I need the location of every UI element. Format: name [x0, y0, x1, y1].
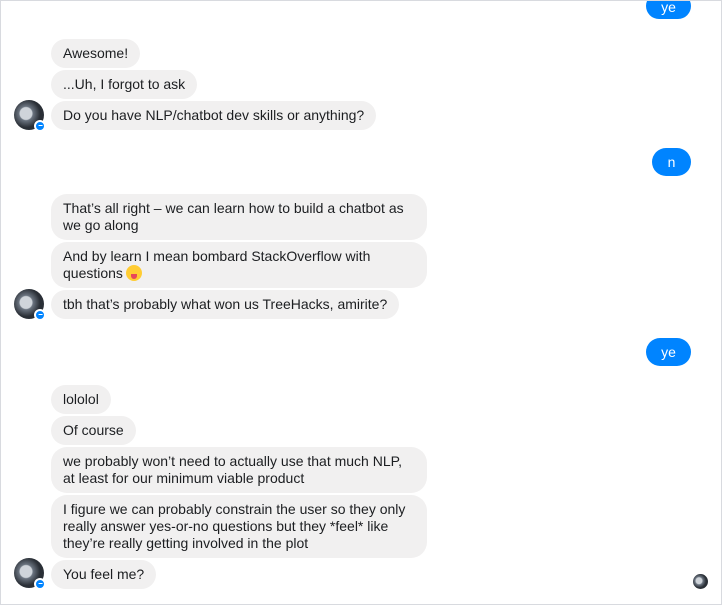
tongue-wink-emoji	[125, 265, 142, 281]
read-receipt-avatar	[693, 574, 708, 589]
message-bubble-incoming[interactable]: tbh that’s probably what won us TreeHack…	[51, 290, 400, 319]
message-bubble-incoming[interactable]: You feel me?	[51, 560, 157, 589]
message-bubble-incoming[interactable]: Do you have NLP/chatbot dev skills or an…	[51, 101, 377, 130]
sender-avatar[interactable]	[14, 100, 46, 132]
messenger-badge-icon	[34, 120, 46, 132]
message-bubble-outgoing[interactable]: no	[652, 148, 691, 187]
messenger-badge-icon	[34, 309, 46, 321]
message-bubble-incoming[interactable]: I figure we can probably constrain the u…	[51, 495, 427, 558]
message-bubble-outgoing[interactable]: yes	[646, 1, 691, 32]
message-bubble-incoming[interactable]: ...Uh, I forgot to ask	[51, 70, 198, 99]
messenger-badge-icon	[34, 578, 46, 590]
message-bubble-outgoing[interactable]: yes	[646, 338, 691, 377]
message-text: And by learn I mean bombard StackOverflo…	[63, 248, 371, 281]
message-bubble-incoming[interactable]: Of course	[51, 416, 136, 445]
sender-avatar[interactable]	[14, 558, 46, 590]
sender-avatar[interactable]	[14, 289, 46, 321]
message-bubble-incoming[interactable]: And by learn I mean bombard StackOverflo…	[51, 242, 427, 288]
message-bubble-incoming[interactable]: That’s all right – we can learn how to b…	[51, 194, 427, 240]
message-bubble-incoming[interactable]: Awesome!	[51, 39, 141, 68]
chat-thread: yes Awesome! ...Uh, I forgot to ask Do y…	[0, 0, 722, 605]
message-bubble-incoming[interactable]: lololol	[51, 385, 111, 414]
message-bubble-incoming[interactable]: we probably won’t need to actually use t…	[51, 447, 427, 493]
